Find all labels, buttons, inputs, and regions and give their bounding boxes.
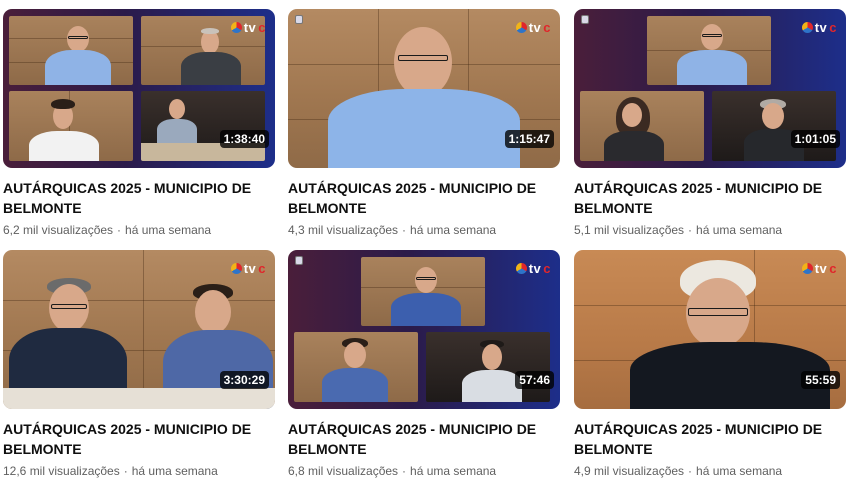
video-title[interactable]: AUTÁRQUICAS 2025 - MUNICIPIO DE BELMONTE: [574, 178, 846, 218]
meta-separator: ·: [688, 464, 693, 478]
emblem-icon: [295, 15, 303, 24]
video-meta: 4,3 mil visualizações · há uma semana: [288, 222, 560, 238]
video-meta: 4,9 mil visualizações · há uma semana: [574, 463, 846, 479]
video-duration: 1:15:47: [504, 130, 554, 148]
video-meta: 6,2 mil visualizações · há uma semana: [3, 222, 275, 238]
video-card[interactable]: tv c 57:46 AUTÁRQUICAS 2025 - MUNICIPIO D…: [288, 250, 560, 479]
video-card[interactable]: tv c 1:01:05 AUTÁRQUICAS 2025 - MUNICIPIO…: [574, 9, 846, 238]
tvc-swirl-icon: [515, 263, 527, 274]
video-duration: 55:59: [801, 371, 840, 389]
meta-separator: ·: [117, 223, 122, 237]
video-title[interactable]: AUTÁRQUICAS 2025 - MUNICIPIO DE BELMONTE: [288, 178, 560, 218]
emblem-icon: [295, 256, 303, 265]
thumbnail-inset-frame: [361, 257, 485, 326]
view-count: 4,9 mil visualizações: [574, 464, 685, 478]
video-card[interactable]: tv c 55:59 AUTÁRQUICAS 2025 - MUNICIPIO D…: [574, 250, 846, 479]
view-count: 5,1 mil visualizações: [574, 223, 685, 237]
video-title[interactable]: AUTÁRQUICAS 2025 - MUNICIPIO DE BELMONTE: [3, 178, 275, 218]
emblem-icon: [581, 15, 589, 24]
video-thumbnail[interactable]: tv c 1:15:47: [288, 9, 560, 168]
meta-separator: ·: [402, 464, 407, 478]
meta-separator: ·: [402, 223, 407, 237]
thumbnail-inset-frame: [141, 91, 265, 161]
video-duration: 57:46: [515, 371, 554, 389]
tvc-logo: tv c: [230, 261, 266, 276]
tvc-swirl-icon: [515, 22, 527, 33]
upload-age: há uma semana: [131, 464, 218, 478]
thumbnail-inset-frame: [712, 91, 836, 161]
video-title[interactable]: AUTÁRQUICAS 2025 - MUNICIPIO DE BELMONTE: [288, 419, 560, 459]
view-count: 4,3 mil visualizações: [288, 223, 399, 237]
view-count: 6,8 mil visualizações: [288, 464, 399, 478]
video-title[interactable]: AUTÁRQUICAS 2025 - MUNICIPIO DE BELMONTE: [574, 419, 846, 459]
video-grid: tv c 1:38:40 AUTÁRQUICAS 2025 - MUNICIPIO…: [3, 9, 847, 483]
tvc-swirl-icon: [801, 22, 813, 33]
upload-age: há uma semana: [410, 223, 497, 237]
thumbnail-inset-frame: [294, 332, 418, 402]
video-thumbnail[interactable]: tv c 1:01:05: [574, 9, 846, 168]
video-duration: 1:38:40: [219, 130, 269, 148]
video-card[interactable]: tv c 1:38:40 AUTÁRQUICAS 2025 - MUNICIPIO…: [3, 9, 275, 238]
video-card[interactable]: tv c 3:30:29 AUTÁRQUICAS 2025 - MUNICIPIO…: [3, 250, 275, 479]
view-count: 6,2 mil visualizações: [3, 223, 114, 237]
video-duration: 1:01:05: [790, 130, 840, 148]
video-thumbnail[interactable]: tv c 3:30:29: [3, 250, 275, 409]
tvc-swirl-icon: [230, 22, 242, 33]
video-meta: 12,6 mil visualizações · há uma semana: [3, 463, 275, 479]
tvc-logo: tv c: [801, 261, 837, 276]
thumbnail-inset-frame: [9, 16, 133, 85]
video-thumbnail[interactable]: tv c 1:38:40: [3, 9, 275, 168]
upload-age: há uma semana: [696, 223, 783, 237]
video-thumbnail[interactable]: tv c 57:46: [288, 250, 560, 409]
video-thumbnail[interactable]: tv c 55:59: [574, 250, 846, 409]
view-count: 12,6 mil visualizações: [3, 464, 120, 478]
thumbnail-inset-frame: [580, 91, 704, 161]
tvc-logo: tv c: [515, 20, 551, 35]
thumbnail-inset-frame: [426, 332, 550, 402]
upload-age: há uma semana: [125, 223, 212, 237]
video-meta: 6,8 mil visualizações · há uma semana: [288, 463, 560, 479]
tvc-swirl-icon: [230, 263, 242, 274]
upload-age: há uma semana: [696, 464, 783, 478]
video-title[interactable]: AUTÁRQUICAS 2025 - MUNICIPIO DE BELMONTE: [3, 419, 275, 459]
meta-separator: ·: [123, 464, 128, 478]
upload-age: há uma semana: [410, 464, 497, 478]
video-meta: 5,1 mil visualizações · há uma semana: [574, 222, 846, 238]
tvc-logo: tv c: [515, 261, 551, 276]
tvc-logo: tv c: [230, 20, 266, 35]
tvc-logo: tv c: [801, 20, 837, 35]
thumbnail-inset-frame: [9, 91, 133, 161]
video-card[interactable]: tv c 1:15:47 AUTÁRQUICAS 2025 - MUNICIPIO…: [288, 9, 560, 238]
video-duration: 3:30:29: [219, 371, 269, 389]
thumbnail-inset-frame: [647, 16, 771, 85]
meta-separator: ·: [688, 223, 693, 237]
tvc-swirl-icon: [801, 263, 813, 274]
